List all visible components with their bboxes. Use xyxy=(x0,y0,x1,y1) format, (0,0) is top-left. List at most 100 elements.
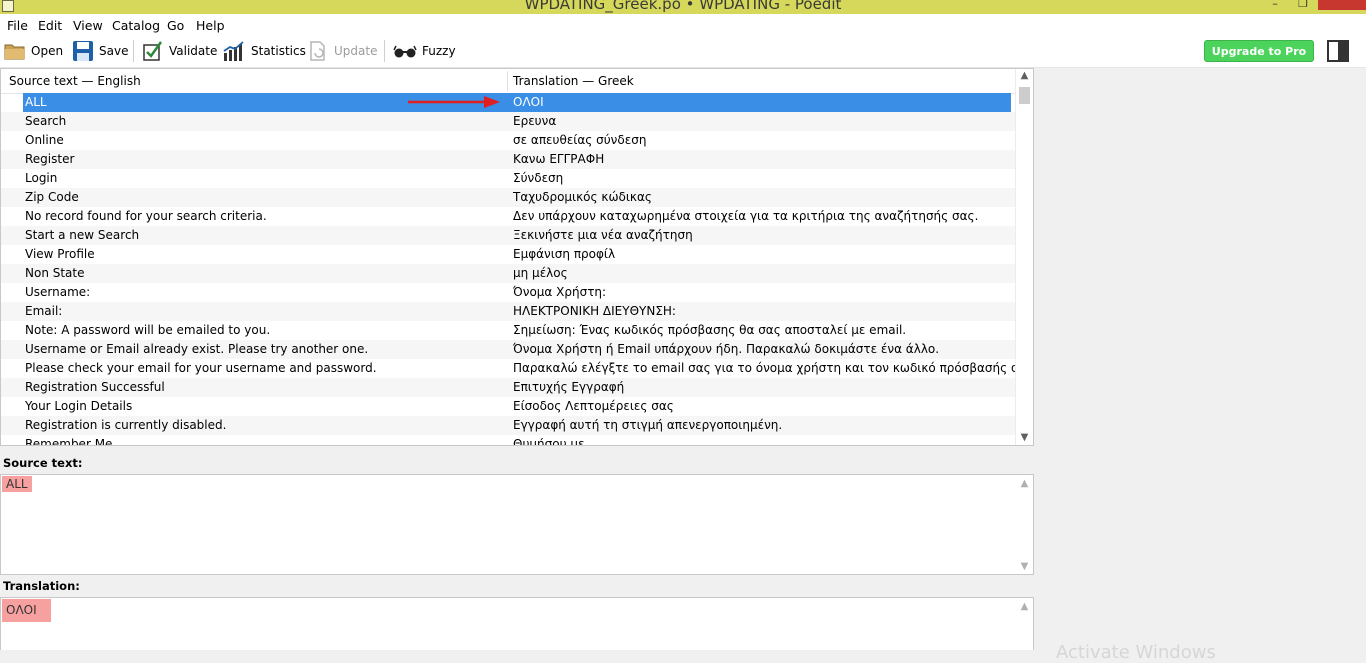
translation-cell: μη μέλος xyxy=(513,266,568,280)
source-cell: Username: xyxy=(25,285,91,299)
translation-cell: Ερευνα xyxy=(513,114,557,128)
list-scrollbar[interactable]: ▲ ▼ xyxy=(1015,69,1033,445)
source-cell: Zip Code xyxy=(25,190,79,204)
list-item[interactable]: Online σε απευθείας σύνδεση xyxy=(1,131,1017,150)
source-cell: Registration Successful xyxy=(25,380,165,394)
list-item[interactable]: Login Σύνδεση xyxy=(1,169,1017,188)
menu-bar: File Edit View Catalog Go Help xyxy=(0,14,1366,36)
translation-cell: Ξεκινήστε μια νέα αναζήτηση xyxy=(513,228,693,242)
list-item[interactable]: Username or Email already exist. Please … xyxy=(1,340,1017,359)
source-text-value: ALL xyxy=(2,476,32,492)
menu-file[interactable]: File xyxy=(7,18,28,33)
scrollbar-thumb[interactable] xyxy=(1019,87,1030,104)
translation-cell: Εγγραφή αυτή τη στιγμή απενεργοποιημένη. xyxy=(513,418,783,432)
fuzzy-button[interactable]: Fuzzy xyxy=(393,38,456,64)
translation-cell: Δεν υπάρχουν καταχωρημένα στοιχεία για τ… xyxy=(513,209,979,223)
translation-scrollbar[interactable]: ▲ xyxy=(1016,598,1033,650)
menu-help[interactable]: Help xyxy=(196,18,225,33)
validate-button[interactable]: Validate xyxy=(142,38,217,64)
menu-go[interactable]: Go xyxy=(167,18,184,33)
scroll-up-icon[interactable]: ▲ xyxy=(1016,601,1033,612)
list-item[interactable]: Zip Code Ταχυδρομικός κώδικας xyxy=(1,188,1017,207)
menu-edit[interactable]: Edit xyxy=(38,18,62,33)
minimize-button[interactable]: – xyxy=(1262,0,1288,10)
validate-label: Validate xyxy=(169,44,218,58)
glasses-icon xyxy=(393,45,417,58)
translation-editor[interactable]: ΟΛΟΙ ▲ xyxy=(0,597,1034,650)
scroll-up-icon[interactable]: ▲ xyxy=(1016,478,1033,489)
toolbar-separator xyxy=(384,40,385,62)
scroll-up-icon[interactable]: ▲ xyxy=(1016,70,1033,81)
list-item[interactable]: Please check your email for your usernam… xyxy=(1,359,1033,378)
scroll-down-icon[interactable]: ▼ xyxy=(1016,561,1033,572)
refresh-document-icon xyxy=(310,41,325,61)
list-item-selected[interactable]: ALL ΟΛΟΙ xyxy=(23,93,1011,112)
update-button[interactable]: Update xyxy=(307,38,377,64)
source-cell: Note: A password will be emailed to you. xyxy=(25,323,271,337)
translation-cell: Επιτυχής Εγγραφή xyxy=(513,380,625,394)
column-header-source[interactable]: Source text — English xyxy=(9,74,141,88)
list-item[interactable]: Registration is currently disabled. Εγγρα… xyxy=(1,416,1017,435)
scroll-down-icon[interactable]: ▼ xyxy=(1016,432,1033,443)
activate-windows-watermark: Activate Windows xyxy=(1056,642,1216,663)
list-header: Source text — English Translation — Gree… xyxy=(1,69,1017,94)
list-item[interactable]: Start a new Search Ξεκινήστε μια νέα αναζ… xyxy=(1,226,1017,245)
update-label: Update xyxy=(334,44,378,58)
translation-cell: Όνομα Χρήστη: xyxy=(513,285,607,299)
list-item[interactable]: Your Login Details Είσοδος Λεπτομέρειες σ… xyxy=(1,397,1017,416)
translation-cell: Παρακαλώ ελέγξτε το email σας για το όνο… xyxy=(513,361,1034,375)
sidebar-toggle-icon[interactable] xyxy=(1327,40,1349,62)
list-item[interactable]: Non State μη μέλος xyxy=(1,264,1017,283)
source-cell: Start a new Search xyxy=(25,228,140,242)
translation-cell: Κανω ΕΓΓΡΑΦΗ xyxy=(513,152,605,166)
bar-chart-icon xyxy=(223,41,244,61)
translation-cell: Θυμήσου με xyxy=(513,437,585,446)
save-label: Save xyxy=(99,44,129,58)
translation-cell: Εμφάνιση προφίλ xyxy=(513,247,616,261)
close-button[interactable] xyxy=(1318,0,1366,10)
fuzzy-label: Fuzzy xyxy=(422,44,456,58)
column-divider[interactable] xyxy=(507,71,508,91)
source-cell: Remember Me xyxy=(25,437,113,446)
source-cell: No record found for your search criteria… xyxy=(25,209,267,223)
statistics-label: Statistics xyxy=(251,44,306,58)
list-item[interactable]: Remember Me Θυμήσου με xyxy=(1,435,1017,446)
list-item[interactable]: Registration Successful Επιτυχής Εγγραφή xyxy=(1,378,1017,397)
open-button[interactable]: Open xyxy=(4,38,63,64)
list-rows: ALL ΟΛΟΙ Search Ερευνα Online σε απευθείας σύ… xyxy=(1,93,1033,446)
translation-list: Source text — English Translation — Gree… xyxy=(0,68,1034,446)
list-item[interactable]: Note: A password will be emailed to you.… xyxy=(1,321,1017,340)
source-cell: Login xyxy=(25,171,58,185)
source-cell: Non State xyxy=(25,266,85,280)
source-text-box[interactable]: ALL ▲ ▼ xyxy=(0,474,1034,575)
column-header-translation[interactable]: Translation — Greek xyxy=(513,74,634,88)
open-label: Open xyxy=(31,44,64,58)
menu-catalog[interactable]: Catalog xyxy=(112,18,160,33)
checkmark-icon xyxy=(143,41,163,61)
translation-cell: Είσοδος Λεπτομέρειες σας xyxy=(513,399,674,413)
list-item[interactable]: View Profile Εμφάνιση προφίλ xyxy=(1,245,1017,264)
save-button[interactable]: Save xyxy=(72,38,128,64)
source-cell: Username or Email already exist. Please … xyxy=(25,342,369,356)
translation-cell: ΟΛΟΙ xyxy=(513,95,544,109)
source-text-label: Source text: xyxy=(3,456,83,470)
source-cell: Please check your email for your usernam… xyxy=(25,361,377,375)
title-bar: WPDATING_Greek.po • WPDATING - Poedit – … xyxy=(0,0,1366,14)
list-item[interactable]: No record found for your search criteria… xyxy=(1,207,1017,226)
translation-cell: Όνομα Χρήστη ή Email υπάρχουν ήδη. Παρακ… xyxy=(513,342,940,356)
translation-cell: σε απευθείας σύνδεση xyxy=(513,133,647,147)
window-title: WPDATING_Greek.po • WPDATING - Poedit xyxy=(524,0,842,13)
menu-view[interactable]: View xyxy=(73,18,103,33)
statistics-button[interactable]: Statistics xyxy=(222,38,306,64)
upgrade-to-pro-button[interactable]: Upgrade to Pro xyxy=(1204,40,1314,62)
maximize-button[interactable]: ❐ xyxy=(1290,0,1316,10)
source-cell: Email: xyxy=(25,304,63,318)
translation-cell: Ταχυδρομικός κώδικας xyxy=(513,190,652,204)
list-item[interactable]: Username: Όνομα Χρήστη: xyxy=(1,283,1017,302)
list-item[interactable]: Register Κανω ΕΓΓΡΑΦΗ xyxy=(1,150,1017,169)
red-arrow-annotation-icon xyxy=(408,96,500,108)
list-item[interactable]: Email: ΗΛΕΚΤΡΟΝΙΚΗ ΔΙΕΥΘΥΝΣΗ: xyxy=(1,302,1017,321)
list-item[interactable]: Search Ερευνα xyxy=(1,112,1017,131)
source-scrollbar[interactable]: ▲ ▼ xyxy=(1016,475,1033,574)
toolbar: Open Save Validate Statistics Update Fuz… xyxy=(0,36,1366,68)
